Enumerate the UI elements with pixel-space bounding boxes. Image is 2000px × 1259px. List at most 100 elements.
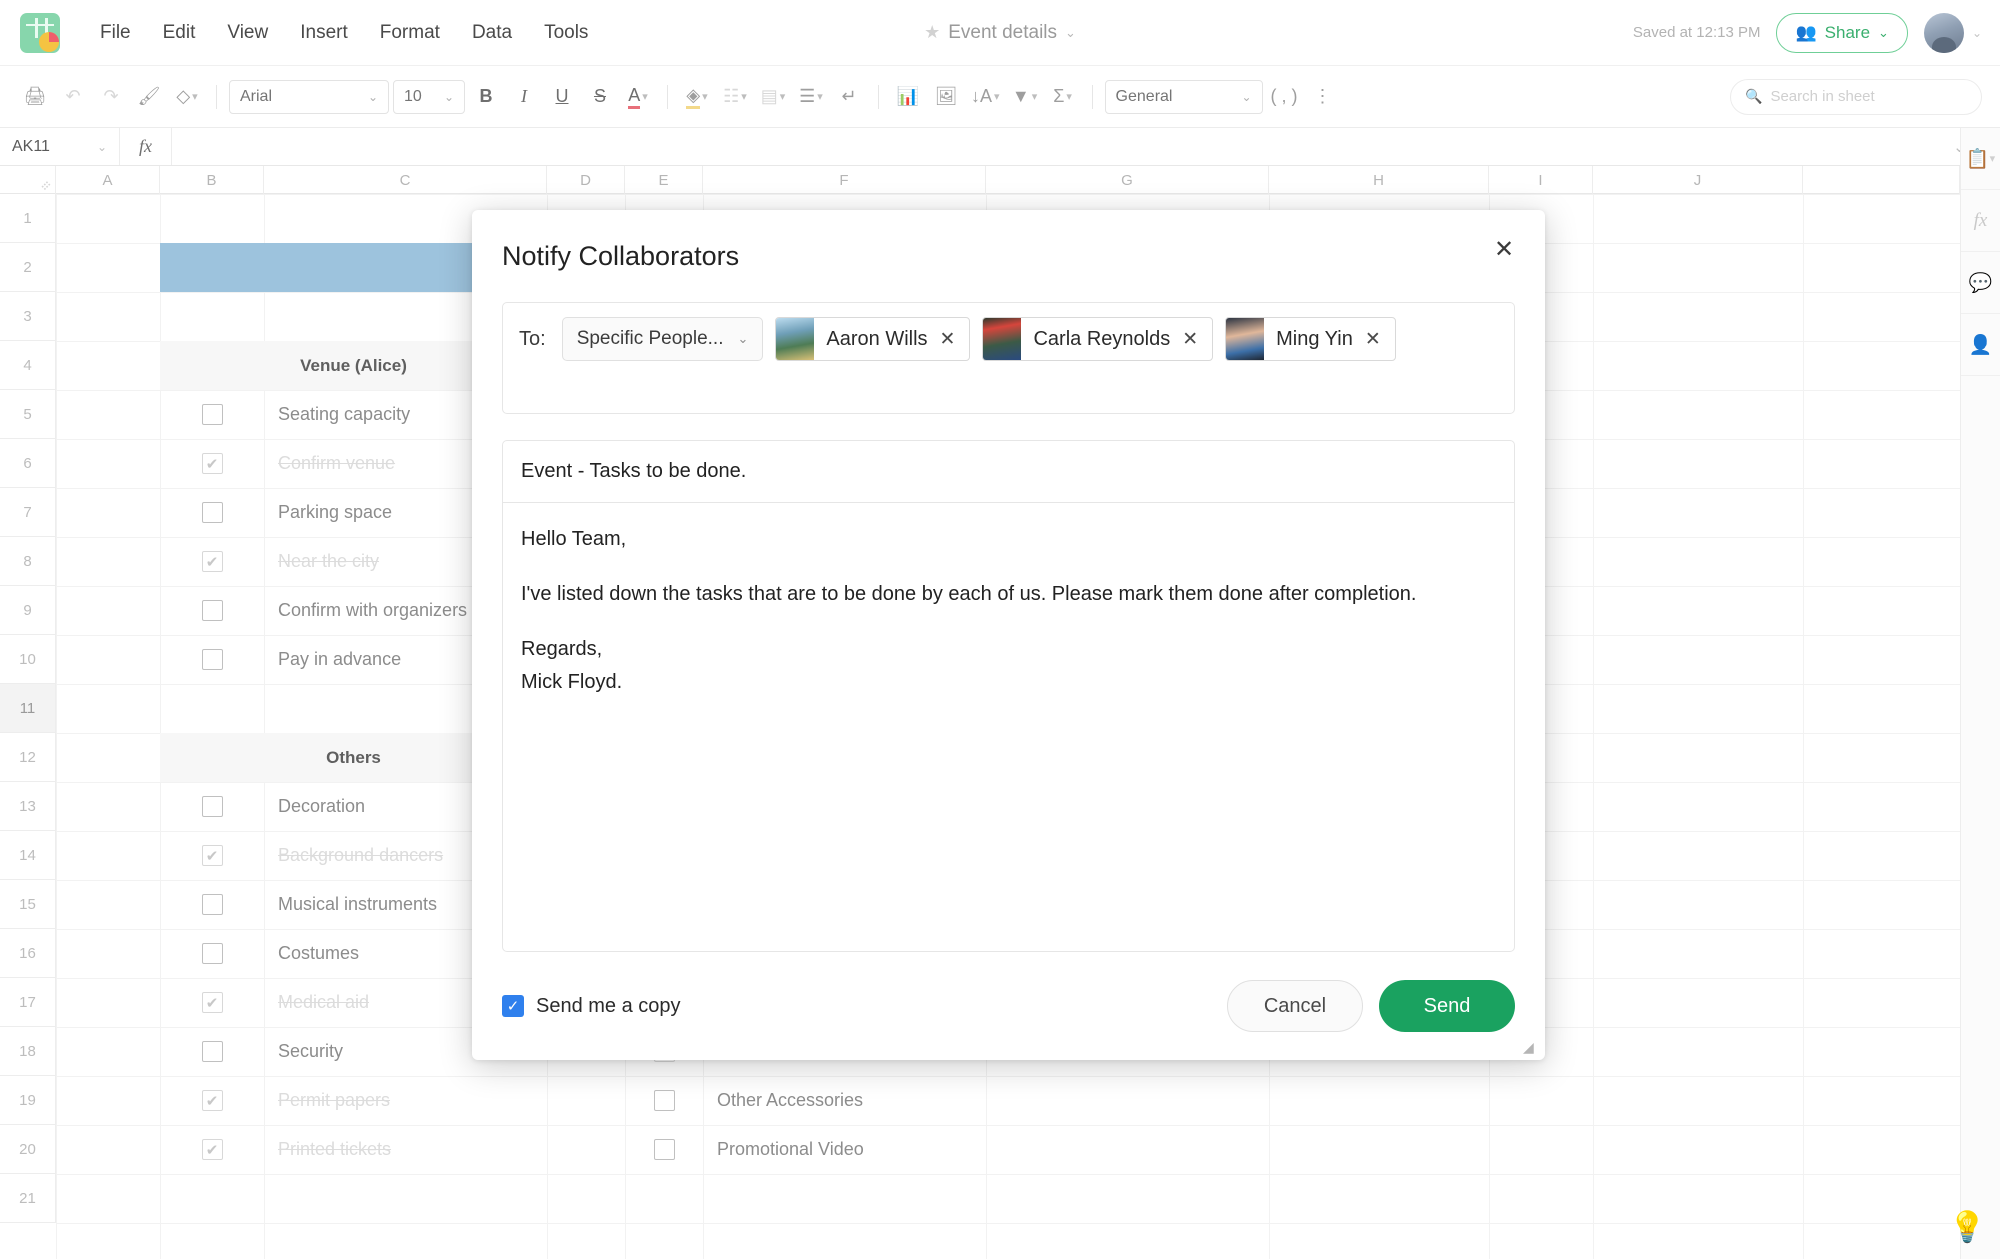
- redo-icon[interactable]: ↷: [94, 80, 128, 114]
- menu-item-data[interactable]: Data: [458, 15, 526, 51]
- resize-grip-icon[interactable]: ◢: [1523, 1039, 1539, 1055]
- page-title[interactable]: Event details: [948, 22, 1057, 44]
- recipient-chip[interactable]: Carla Reynolds ✕: [982, 317, 1214, 361]
- table-row[interactable]: [160, 488, 264, 537]
- table-row[interactable]: [160, 978, 264, 1027]
- column-header-A[interactable]: A: [56, 166, 160, 194]
- search-in-sheet[interactable]: 🔍: [1730, 78, 1982, 115]
- font-size-select[interactable]: 10 ⌄: [393, 79, 465, 114]
- column-header-G[interactable]: G: [986, 166, 1269, 194]
- column-header-I[interactable]: I: [1489, 166, 1593, 194]
- subject-input[interactable]: Event - Tasks to be done.: [502, 440, 1515, 502]
- task-checkbox[interactable]: [201, 404, 223, 425]
- name-box[interactable]: AK11 ⌄: [0, 128, 120, 165]
- italic-button[interactable]: I: [507, 80, 541, 114]
- fill-bucket-icon[interactable]: ◈ ▾: [680, 80, 714, 114]
- eraser-icon[interactable]: ◇ ▾: [170, 80, 204, 114]
- task-checkbox[interactable]: [201, 453, 223, 474]
- task-checkbox[interactable]: [201, 502, 223, 523]
- row-header-2[interactable]: 2: [0, 243, 56, 292]
- table-row[interactable]: [160, 831, 264, 880]
- row-header-1[interactable]: 1: [0, 194, 56, 243]
- avatar[interactable]: [1923, 12, 1964, 53]
- chevron-down-icon[interactable]: ⌄: [1972, 26, 1982, 40]
- fx-functions-icon[interactable]: fx: [120, 128, 172, 165]
- text-wrap-icon[interactable]: ↵: [832, 80, 866, 114]
- sigma-icon[interactable]: Σ ▾: [1046, 80, 1080, 114]
- chevron-down-icon[interactable]: ⌄: [1065, 25, 1076, 41]
- table-row[interactable]: [625, 1076, 703, 1125]
- borders-icon[interactable]: ☷ ▾: [718, 80, 752, 114]
- task-checkbox[interactable]: [201, 992, 223, 1013]
- row-header-15[interactable]: 15: [0, 880, 56, 929]
- formula-input[interactable]: [172, 128, 1953, 165]
- strikethrough-button[interactable]: S: [583, 80, 617, 114]
- column-header-B[interactable]: B: [160, 166, 264, 194]
- more-vertical-icon[interactable]: ⋮: [1306, 80, 1340, 114]
- image-icon[interactable]: 🖼: [929, 80, 963, 114]
- task-checkbox[interactable]: [201, 796, 223, 817]
- comma-format-button[interactable]: ( , ): [1267, 80, 1302, 114]
- paint-roller-icon[interactable]: 🖌: [132, 80, 166, 114]
- menu-item-edit[interactable]: Edit: [149, 15, 210, 51]
- row-header-21[interactable]: 21: [0, 1174, 56, 1223]
- close-icon[interactable]: ✕: [1485, 230, 1523, 268]
- lightbulb-icon[interactable]: 💡: [1949, 1210, 1986, 1245]
- task-checkbox[interactable]: [201, 600, 223, 621]
- select-all-corner[interactable]: [0, 166, 56, 194]
- star-icon[interactable]: ★: [924, 22, 940, 43]
- row-header-8[interactable]: 8: [0, 537, 56, 586]
- table-row[interactable]: [160, 537, 264, 586]
- bold-button[interactable]: B: [469, 80, 503, 114]
- send-me-a-copy-checkbox[interactable]: ✓ Send me a copy: [502, 995, 681, 1018]
- audience-select[interactable]: Specific People... ⌄: [561, 317, 764, 361]
- row-header-6[interactable]: 6: [0, 439, 56, 488]
- table-row[interactable]: [160, 1076, 264, 1125]
- task-checkbox[interactable]: [653, 1090, 675, 1111]
- form-view-icon[interactable]: 📋 ▾: [1960, 128, 2000, 190]
- row-header-18[interactable]: 18: [0, 1027, 56, 1076]
- document-title-area[interactable]: ★ Event details ⌄: [924, 22, 1076, 44]
- send-button[interactable]: Send: [1379, 980, 1515, 1032]
- close-icon[interactable]: ✕: [1182, 328, 1212, 351]
- menu-item-tools[interactable]: Tools: [530, 15, 602, 51]
- text-color-button[interactable]: A ▾: [621, 80, 655, 114]
- spreadsheet-logo-icon[interactable]: [20, 12, 60, 53]
- task-checkbox[interactable]: [201, 551, 223, 572]
- list-item[interactable]: Printed tickets: [278, 1125, 561, 1174]
- menu-item-view[interactable]: View: [213, 15, 282, 51]
- recipients-field[interactable]: To: Specific People... ⌄ Aaron Wills ✕ Car…: [502, 302, 1515, 414]
- task-checkbox[interactable]: [201, 943, 223, 964]
- chart-icon[interactable]: 📊: [891, 80, 925, 114]
- table-row[interactable]: [160, 880, 264, 929]
- table-row[interactable]: [625, 1125, 703, 1174]
- row-header-5[interactable]: 5: [0, 390, 56, 439]
- task-checkbox[interactable]: [201, 649, 223, 670]
- filter-icon[interactable]: ▼ ▾: [1008, 80, 1042, 114]
- collaborator-chat-icon[interactable]: 👤: [1960, 314, 2000, 376]
- column-header-E[interactable]: E: [625, 166, 703, 194]
- task-checkbox[interactable]: [201, 894, 223, 915]
- row-header-16[interactable]: 16: [0, 929, 56, 978]
- task-checkbox[interactable]: [201, 1041, 223, 1062]
- list-item[interactable]: Promotional Video: [717, 1125, 1000, 1174]
- search-input[interactable]: [1770, 88, 1967, 105]
- table-row[interactable]: [160, 390, 264, 439]
- row-header-7[interactable]: 7: [0, 488, 56, 537]
- row-header-13[interactable]: 13: [0, 782, 56, 831]
- column-header-J[interactable]: J: [1593, 166, 1803, 194]
- row-header-4[interactable]: 4: [0, 341, 56, 390]
- share-button[interactable]: 👥 Share ⌄: [1776, 12, 1908, 53]
- row-header-19[interactable]: 19: [0, 1076, 56, 1125]
- menu-item-file[interactable]: File: [86, 15, 145, 51]
- recipient-chip[interactable]: Ming Yin ✕: [1225, 317, 1396, 361]
- print-icon[interactable]: 🖨: [18, 80, 52, 114]
- table-row[interactable]: [160, 929, 264, 978]
- underline-button[interactable]: U: [545, 80, 579, 114]
- menu-item-format[interactable]: Format: [366, 15, 454, 51]
- column-header-D[interactable]: D: [547, 166, 625, 194]
- row-header-20[interactable]: 20: [0, 1125, 56, 1174]
- column-header-C[interactable]: C: [264, 166, 547, 194]
- table-row[interactable]: [160, 782, 264, 831]
- column-header-F[interactable]: F: [703, 166, 986, 194]
